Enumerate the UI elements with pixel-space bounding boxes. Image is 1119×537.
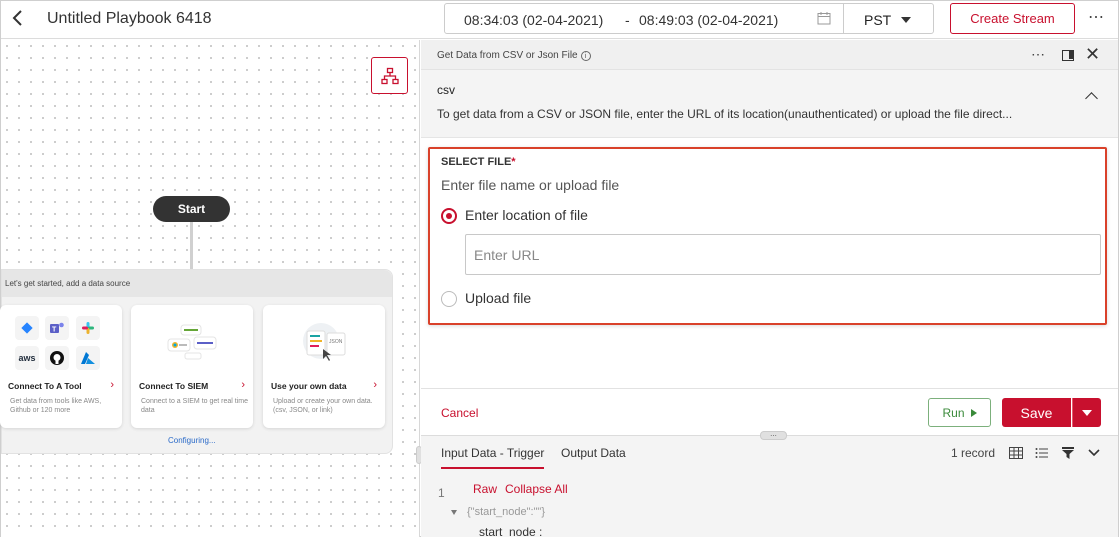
- start-node[interactable]: Start: [153, 196, 230, 222]
- configuring-status: Configuring...: [168, 436, 216, 445]
- record-count: 1 record: [951, 446, 996, 460]
- svg-text:JSON: JSON: [329, 339, 343, 345]
- run-button[interactable]: Run: [928, 398, 991, 427]
- siem-logos-icon: [165, 323, 221, 363]
- panel-titlebar: Get Data from CSV or Json File i ⋯ ✕: [421, 40, 1118, 70]
- required-marker: *: [511, 156, 516, 168]
- list-view-icon[interactable]: [1035, 446, 1049, 458]
- split-view-icon[interactable]: [1062, 50, 1074, 61]
- date-separator: -: [625, 12, 630, 28]
- cancel-button[interactable]: Cancel: [441, 406, 478, 420]
- create-stream-button[interactable]: Create Stream: [950, 3, 1075, 34]
- select-file-hint: Enter file name or upload file: [441, 177, 620, 193]
- raw-button[interactable]: Raw: [473, 482, 497, 496]
- chevron-up-icon[interactable]: [1085, 92, 1098, 105]
- data-source-panel-title: Let's get started, add a data source: [2, 270, 392, 297]
- calendar-icon[interactable]: [817, 11, 831, 25]
- collapse-all-button[interactable]: Collapse All: [505, 482, 568, 496]
- jira-icon: [15, 316, 39, 340]
- card-title: Connect To SIEM: [139, 381, 209, 391]
- file-upload-icon: JSON: [299, 319, 353, 363]
- auto-layout-button[interactable]: [371, 57, 408, 94]
- section-description: To get data from a CSV or JSON file, ent…: [437, 107, 1013, 121]
- chevron-right-icon: ›: [373, 379, 377, 391]
- drag-handle-icon[interactable]: ...: [760, 430, 787, 440]
- svg-text:T: T: [52, 327, 57, 334]
- card-description: Upload or create your own data. (csv, JS…: [273, 398, 373, 414]
- info-icon[interactable]: i: [580, 51, 591, 61]
- json-root-node[interactable]: {"start_node":""}: [451, 506, 545, 518]
- card-title: Connect To A Tool: [8, 381, 82, 391]
- chevron-right-icon: ›: [241, 379, 245, 391]
- play-icon: [970, 408, 977, 417]
- slack-icon: [76, 316, 100, 340]
- node-config-panel: Get Data from CSV or Json File i ⋯ ✕ csv …: [421, 40, 1118, 537]
- save-dropdown-button[interactable]: [1072, 398, 1101, 427]
- radio-upload-file[interactable]: [441, 291, 457, 307]
- card-title: Use your own data: [271, 381, 347, 391]
- line-number: 1: [438, 486, 445, 500]
- connect-tool-card[interactable]: T aws Connect To A Tool › Get data from …: [0, 305, 122, 428]
- app-header: Untitled Playbook 6418 08:34:03 (02-04-2…: [1, 1, 1118, 39]
- radio-upload-file-label[interactable]: Upload file: [465, 290, 531, 306]
- connect-siem-card[interactable]: Connect To SIEM › Connect to a SIEM to g…: [131, 305, 253, 428]
- radio-enter-location-label[interactable]: Enter location of file: [465, 207, 588, 223]
- close-icon[interactable]: ✕: [1085, 44, 1100, 65]
- github-icon: [45, 346, 69, 370]
- more-options-icon[interactable]: ⋯: [1088, 7, 1105, 27]
- table-view-icon[interactable]: [1009, 446, 1023, 459]
- hierarchy-icon: [380, 67, 399, 84]
- caret-down-icon: [451, 510, 457, 515]
- action-bar: Cancel Run Save: [421, 388, 1118, 435]
- aws-icon: aws: [15, 346, 39, 370]
- filter-icon[interactable]: [1061, 446, 1075, 459]
- own-data-card[interactable]: JSON Use your own data › Upload or creat…: [263, 305, 385, 428]
- teams-icon: T: [45, 316, 69, 340]
- timezone-select[interactable]: PST: [843, 3, 934, 34]
- json-key: start_node :: [479, 525, 543, 537]
- tab-output-data[interactable]: Output Data: [561, 446, 626, 460]
- date-range-picker[interactable]: 08:34:03 (02-04-2021) - 08:49:03 (02-04-…: [444, 3, 844, 34]
- playbook-canvas[interactable]: Start Let's get started, add a data sour…: [0, 40, 420, 537]
- select-file-label: SELECT FILE*: [441, 156, 516, 168]
- data-source-panel: Let's get started, add a data source T a…: [0, 269, 393, 454]
- data-preview-section: ... Input Data - Trigger Output Data 1 r…: [421, 430, 1118, 537]
- radio-enter-location[interactable]: [441, 208, 457, 224]
- chevron-right-icon: ›: [110, 379, 114, 391]
- node-connector: [190, 222, 193, 270]
- back-arrow-icon[interactable]: [11, 9, 31, 29]
- section-name: csv: [437, 83, 455, 97]
- csv-section: csv To get data from a CSV or JSON file,…: [421, 70, 1118, 138]
- panel-more-icon[interactable]: ⋯: [1031, 46, 1046, 63]
- date-start: 08:34:03 (02-04-2021): [464, 12, 604, 28]
- chevron-down-icon: [901, 17, 911, 23]
- date-end: 08:49:03 (02-04-2021): [639, 12, 779, 28]
- select-file-group: SELECT FILE* Enter file name or upload f…: [428, 147, 1107, 325]
- tab-input-data[interactable]: Input Data - Trigger: [441, 446, 545, 469]
- panel-title: Get Data from CSV or Json File i: [437, 50, 591, 61]
- card-description: Connect to a SIEM to get real time data: [141, 398, 248, 414]
- save-button[interactable]: Save: [1002, 398, 1071, 427]
- playbook-title[interactable]: Untitled Playbook 6418: [47, 10, 212, 28]
- url-input[interactable]: [465, 234, 1101, 275]
- timezone-value: PST: [864, 12, 892, 28]
- chevron-down-icon[interactable]: [1087, 446, 1101, 458]
- azure-icon: [76, 346, 100, 370]
- card-description: Get data from tools like AWS, Github or …: [10, 398, 102, 414]
